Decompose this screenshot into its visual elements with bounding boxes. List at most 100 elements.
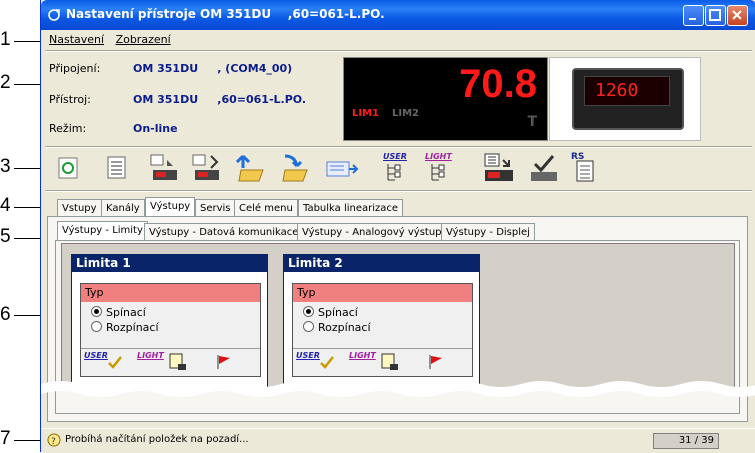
user-flag[interactable]: USER [296, 351, 320, 360]
torn-edge [41, 381, 755, 397]
check-icon [108, 356, 122, 369]
type-label: Typ [293, 284, 472, 302]
rs-document-icon[interactable]: RS [571, 152, 599, 182]
lim2-indicator: LIM2 [392, 108, 420, 119]
title-bar[interactable]: Nastavení přístroje OM 351DU ,60=061-L.P… [41, 0, 755, 30]
item-counter: 31 / 39 [653, 433, 719, 449]
callout-line [14, 84, 40, 85]
device-check-icon[interactable] [527, 152, 559, 182]
close-icon [732, 10, 742, 20]
radio-selected-icon [91, 306, 102, 317]
refresh-app-icon [48, 9, 60, 21]
memo-icon [381, 353, 398, 370]
tree-icon [387, 164, 401, 181]
flag-icon[interactable] [215, 353, 233, 371]
download-device-icon[interactable] [189, 152, 221, 182]
info-icon: ? [47, 433, 61, 447]
tab-servis[interactable]: Servis [195, 199, 236, 217]
status-bar: ? Probíhá načítání položek na pozadí... … [41, 428, 755, 453]
check-icon [320, 356, 334, 369]
radio-empty-icon [303, 321, 314, 332]
flag-icon[interactable] [427, 353, 445, 371]
user-flag[interactable]: USER [84, 351, 108, 360]
menu-nastaveni[interactable]: Nastavení [45, 31, 108, 48]
status-text: Probíhá načítání položek na pozadí... [65, 434, 249, 445]
limit-card: Limita 2 Typ Spínací Rozpínací USER LIGH… [283, 254, 480, 390]
maximize-icon [709, 9, 721, 21]
app-window: Nastavení přístroje OM 351DU ,60=061-L.P… [40, 0, 755, 453]
callout-6: 6 [0, 304, 11, 325]
document-icon [576, 160, 594, 182]
upload-device-icon[interactable] [147, 152, 179, 182]
light-menu-icon[interactable]: LIGHT [425, 152, 457, 182]
callout-7: 7 [0, 428, 11, 449]
tab-tabulka-linearizace[interactable]: Tabulka linearizace [298, 199, 404, 217]
save-folder-icon[interactable] [279, 152, 311, 182]
device-screen: 1260 [584, 76, 670, 106]
light-flag[interactable]: LIGHT [349, 351, 376, 360]
tab-cele-menu[interactable]: Celé menu [234, 199, 298, 217]
subtab-analogovy-vystup[interactable]: Výstupy - Analogový výstup [297, 223, 447, 241]
minimize-button[interactable] [683, 5, 704, 26]
limit-icon-row: USER LIGHT [293, 348, 472, 375]
callout-line [14, 207, 40, 208]
subtab-datova-komunikace[interactable]: Výstupy - Datová komunikace [144, 223, 304, 241]
connection-value: OM 351DU , (COM4_00) [133, 62, 293, 75]
divider [45, 190, 752, 192]
menu-zobrazeni[interactable]: Zobrazení [112, 31, 175, 48]
subtab-displej[interactable]: Výstupy - Displej [441, 223, 535, 241]
callout-line [14, 440, 40, 441]
mode-label: Režim: [49, 122, 87, 135]
refresh-icon[interactable] [55, 152, 83, 182]
light-flag[interactable]: LIGHT [137, 351, 164, 360]
callout-4: 4 [0, 195, 11, 216]
value-display: 70.8 LIM1 LIM2 T [343, 57, 548, 141]
tab-vystupy[interactable]: Výstupy [145, 197, 196, 217]
device-readout: 1260 [595, 80, 639, 101]
minimize-icon [689, 18, 696, 20]
lim1-indicator: LIM1 [352, 108, 380, 119]
connection-label: Připojení: [49, 62, 101, 75]
callout-line [14, 238, 40, 239]
callout-1: 1 [0, 29, 11, 50]
limit-title: Limita 1 [72, 255, 267, 272]
radio-rozpinaci[interactable]: Rozpínací [91, 321, 159, 334]
mode-value: On-line [133, 122, 178, 135]
radio-spinaci[interactable]: Spínací [91, 306, 146, 319]
radio-selected-icon [303, 306, 314, 317]
device-value: OM 351DU ,60=061-L.PO. [133, 93, 307, 106]
display-value: 70.8 [459, 62, 537, 106]
user-menu-icon[interactable]: USER [381, 152, 409, 182]
callout-3: 3 [0, 156, 11, 177]
device-image: 1260 [549, 57, 701, 141]
radio-spinaci[interactable]: Spínací [303, 306, 358, 319]
callout-5: 5 [0, 226, 11, 247]
radio-rozpinaci[interactable]: Rozpínací [303, 321, 371, 334]
limit-icon-row: USER LIGHT [81, 348, 260, 375]
type-group: Typ Spínací Rozpínací USER LIGHT [292, 283, 473, 377]
tab-vstupy[interactable]: Vstupy [57, 199, 102, 217]
unit-indicator: T [527, 114, 537, 130]
radio-empty-icon [91, 321, 102, 332]
open-folder-icon[interactable] [235, 152, 267, 182]
list-icon[interactable] [103, 152, 131, 182]
tree-icon [431, 164, 445, 181]
svg-text:?: ? [51, 437, 56, 447]
type-label: Typ [81, 284, 260, 302]
limit-card: Limita 1 Typ Spínací Rozpínací USER LIGH… [71, 254, 268, 390]
device-memory-icon[interactable] [481, 152, 517, 182]
maximize-button[interactable] [705, 5, 726, 26]
close-button[interactable] [727, 5, 748, 26]
divider [45, 146, 752, 148]
export-icon[interactable] [325, 152, 359, 182]
callout-2: 2 [0, 72, 11, 93]
memo-icon [169, 353, 186, 370]
menu-bar: Nastavení Zobrazení [45, 31, 175, 49]
callout-line [14, 41, 40, 42]
divider [45, 50, 752, 52]
device-label: Přístroj: [49, 93, 91, 106]
limit-title: Limita 2 [284, 255, 479, 272]
device-body: 1260 [572, 68, 684, 130]
tab-kanaly[interactable]: Kanály [101, 199, 145, 217]
subtab-limity[interactable]: Výstupy - Limity [57, 221, 148, 241]
